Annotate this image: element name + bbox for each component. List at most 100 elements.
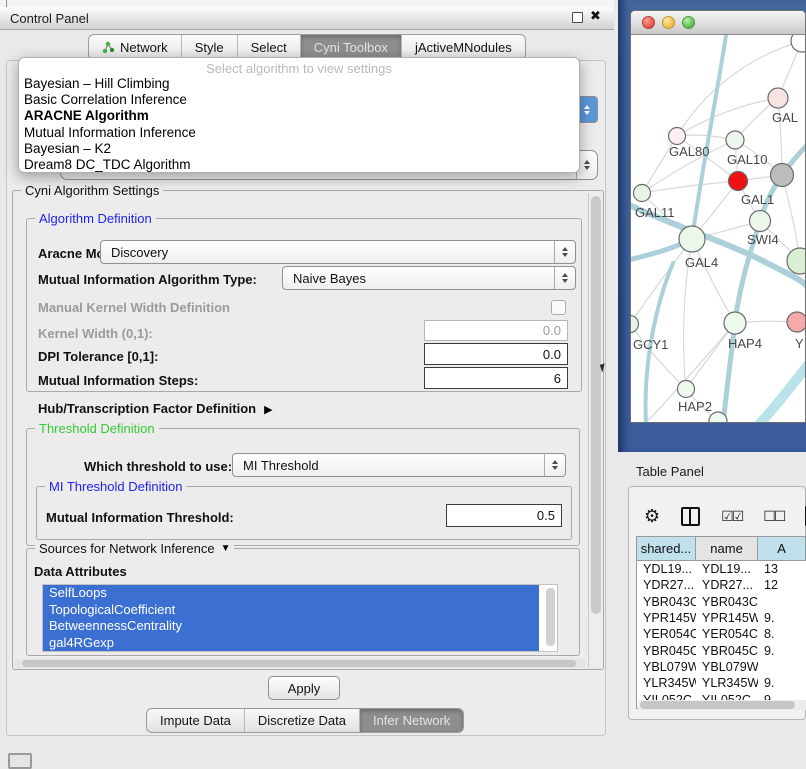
network-node[interactable]: [768, 88, 788, 108]
table-cell[interactable]: YDR27...: [637, 578, 696, 592]
tab-select[interactable]: Select: [237, 35, 300, 59]
settings-horizontal-scrollbar[interactable]: [14, 659, 586, 668]
float-window-icon[interactable]: [572, 12, 583, 23]
column-header[interactable]: A: [758, 537, 806, 561]
table-cell[interactable]: 9.: [758, 676, 806, 690]
network-node[interactable]: [669, 128, 686, 145]
unchecked-boxes-icon[interactable]: ☐☐: [763, 508, 784, 525]
settings-vertical-scrollbar[interactable]: [588, 193, 603, 667]
table-row[interactable]: YBR045CYBR045C9.: [637, 642, 806, 658]
table-row[interactable]: YPR145WYPR145W9.: [637, 610, 806, 626]
list-item[interactable]: gal4RGexp: [43, 635, 539, 652]
manual-kernel-checkbox[interactable]: [551, 300, 566, 315]
dropdown-item[interactable]: Mutual Information Inference: [19, 125, 579, 141]
network-edge[interactable]: [692, 239, 735, 323]
network-node[interactable]: [787, 312, 805, 332]
apply-button[interactable]: Apply: [268, 676, 340, 700]
tab-discretize-data[interactable]: Discretize Data: [244, 709, 359, 732]
network-node[interactable]: [750, 211, 771, 232]
list-item[interactable]: BetweennessCentrality: [43, 618, 539, 635]
dropdown-item-selected[interactable]: ARACNE Algorithm: [19, 108, 579, 124]
dropdown-item[interactable]: Basic Correlation Inference: [19, 92, 579, 108]
network-node[interactable]: [771, 164, 794, 187]
table-cell[interactable]: YLR345W: [637, 676, 696, 690]
minimize-window-button[interactable]: [662, 16, 675, 29]
table-cell[interactable]: YDR27...: [696, 578, 758, 592]
table-cell[interactable]: YBL079W: [696, 660, 758, 674]
network-window-titlebar[interactable]: [631, 11, 805, 35]
scrollbar-thumb[interactable]: [22, 660, 576, 667]
network-node[interactable]: [791, 35, 805, 52]
collapse-arrow-icon[interactable]: ▼: [221, 543, 231, 554]
table-cell[interactable]: 8.: [758, 627, 806, 641]
dock-icon[interactable]: [8, 753, 32, 769]
table-cell[interactable]: YDL19...: [637, 562, 696, 576]
table-row[interactable]: YDR27...YDR27...12: [637, 577, 806, 593]
tab-network[interactable]: Network: [89, 35, 181, 59]
network-node[interactable]: [634, 185, 651, 202]
network-node[interactable]: [678, 381, 695, 398]
aracne-mode-combobox[interactable]: Discovery: [100, 240, 576, 264]
kernel-width-field[interactable]: 0.0: [424, 320, 568, 341]
network-canvas[interactable]: GALGAL80GAL10GAL1GAL11SWI4GAL4GCY1HAP4YH…: [631, 35, 805, 423]
network-view-window[interactable]: GALGAL80GAL10GAL1GAL11SWI4GAL4GCY1HAP4YH…: [630, 10, 806, 423]
tab-jactivemnodules[interactable]: jActiveMNodules: [401, 35, 525, 59]
table-cell[interactable]: 9.: [758, 611, 806, 625]
columns-icon[interactable]: [681, 507, 700, 526]
table-cell[interactable]: YBL079W: [637, 660, 696, 674]
table-cell[interactable]: 13: [758, 562, 806, 576]
table-cell[interactable]: YPR145W: [637, 611, 696, 625]
mi-steps-field[interactable]: 6: [424, 367, 568, 389]
mi-algorithm-type-combobox[interactable]: Naive Bayes: [282, 266, 576, 290]
network-node[interactable]: [631, 316, 639, 333]
hub-definition-toggle[interactable]: Hub/Transcription Factor Definition▶: [38, 401, 273, 416]
table-horizontal-scrollbar[interactable]: [638, 700, 806, 710]
table-cell[interactable]: 9.: [758, 644, 806, 658]
list-item[interactable]: SelfLoops: [43, 585, 539, 602]
table-cell[interactable]: 12: [758, 578, 806, 592]
table-row[interactable]: YDL19...YDL19...13: [637, 561, 806, 577]
data-attributes-list[interactable]: SelfLoops TopologicalCoefficient Between…: [42, 584, 558, 652]
table-cell[interactable]: YLR345W: [696, 676, 758, 690]
dpi-tolerance-field[interactable]: 0.0: [424, 343, 568, 365]
network-node[interactable]: [679, 226, 705, 252]
tab-cyni-toolbox[interactable]: Cyni Toolbox: [300, 35, 401, 59]
close-icon[interactable]: ✖: [590, 8, 601, 24]
table-cell[interactable]: YER054C: [637, 627, 696, 641]
table-row[interactable]: YBL079WYBL079W: [637, 659, 806, 675]
table-cell[interactable]: YBR043C: [696, 595, 758, 609]
table-cell[interactable]: YDL19...: [696, 562, 758, 576]
network-edge[interactable]: [677, 98, 778, 136]
scrollbar-thumb[interactable]: [591, 196, 601, 614]
checked-boxes-icon[interactable]: ☑☑: [721, 508, 742, 525]
mi-threshold-field[interactable]: 0.5: [446, 504, 562, 527]
column-header[interactable]: name: [696, 537, 758, 561]
dropdown-item[interactable]: Dream8 DC_TDC Algorithm: [19, 157, 579, 173]
table-row[interactable]: YBR043CYBR043C: [637, 594, 806, 610]
table-cell[interactable]: YPR145W: [696, 611, 758, 625]
tab-infer-network[interactable]: Infer Network: [359, 709, 463, 732]
tab-impute-data[interactable]: Impute Data: [147, 709, 244, 732]
scrollbar-thumb[interactable]: [640, 701, 795, 709]
list-scrollbar[interactable]: [546, 587, 555, 649]
list-item[interactable]: TopologicalCoefficient: [43, 602, 539, 619]
scrollbar-thumb[interactable]: [546, 588, 555, 646]
network-node[interactable]: [724, 312, 746, 334]
zoom-window-button[interactable]: [682, 16, 695, 29]
close-window-button[interactable]: [642, 16, 655, 29]
network-edge[interactable]: [757, 361, 805, 423]
table-cell[interactable]: YER054C: [696, 627, 758, 641]
network-node[interactable]: [787, 248, 805, 274]
table-row[interactable]: YLR345WYLR345W9.: [637, 675, 806, 691]
network-edge[interactable]: [631, 324, 686, 389]
which-threshold-combobox[interactable]: MI Threshold: [232, 453, 566, 477]
network-node[interactable]: [729, 172, 748, 191]
column-header[interactable]: shared...: [637, 537, 696, 561]
table-cell[interactable]: YBR045C: [696, 644, 758, 658]
gear-icon[interactable]: ⚙: [644, 507, 660, 525]
dropdown-item[interactable]: Bayesian – K2: [19, 141, 579, 157]
network-node[interactable]: [726, 131, 744, 149]
table-row[interactable]: YER054CYER054C8.: [637, 626, 806, 642]
table-cell[interactable]: YBR045C: [637, 644, 696, 658]
table-cell[interactable]: YBR043C: [637, 595, 696, 609]
